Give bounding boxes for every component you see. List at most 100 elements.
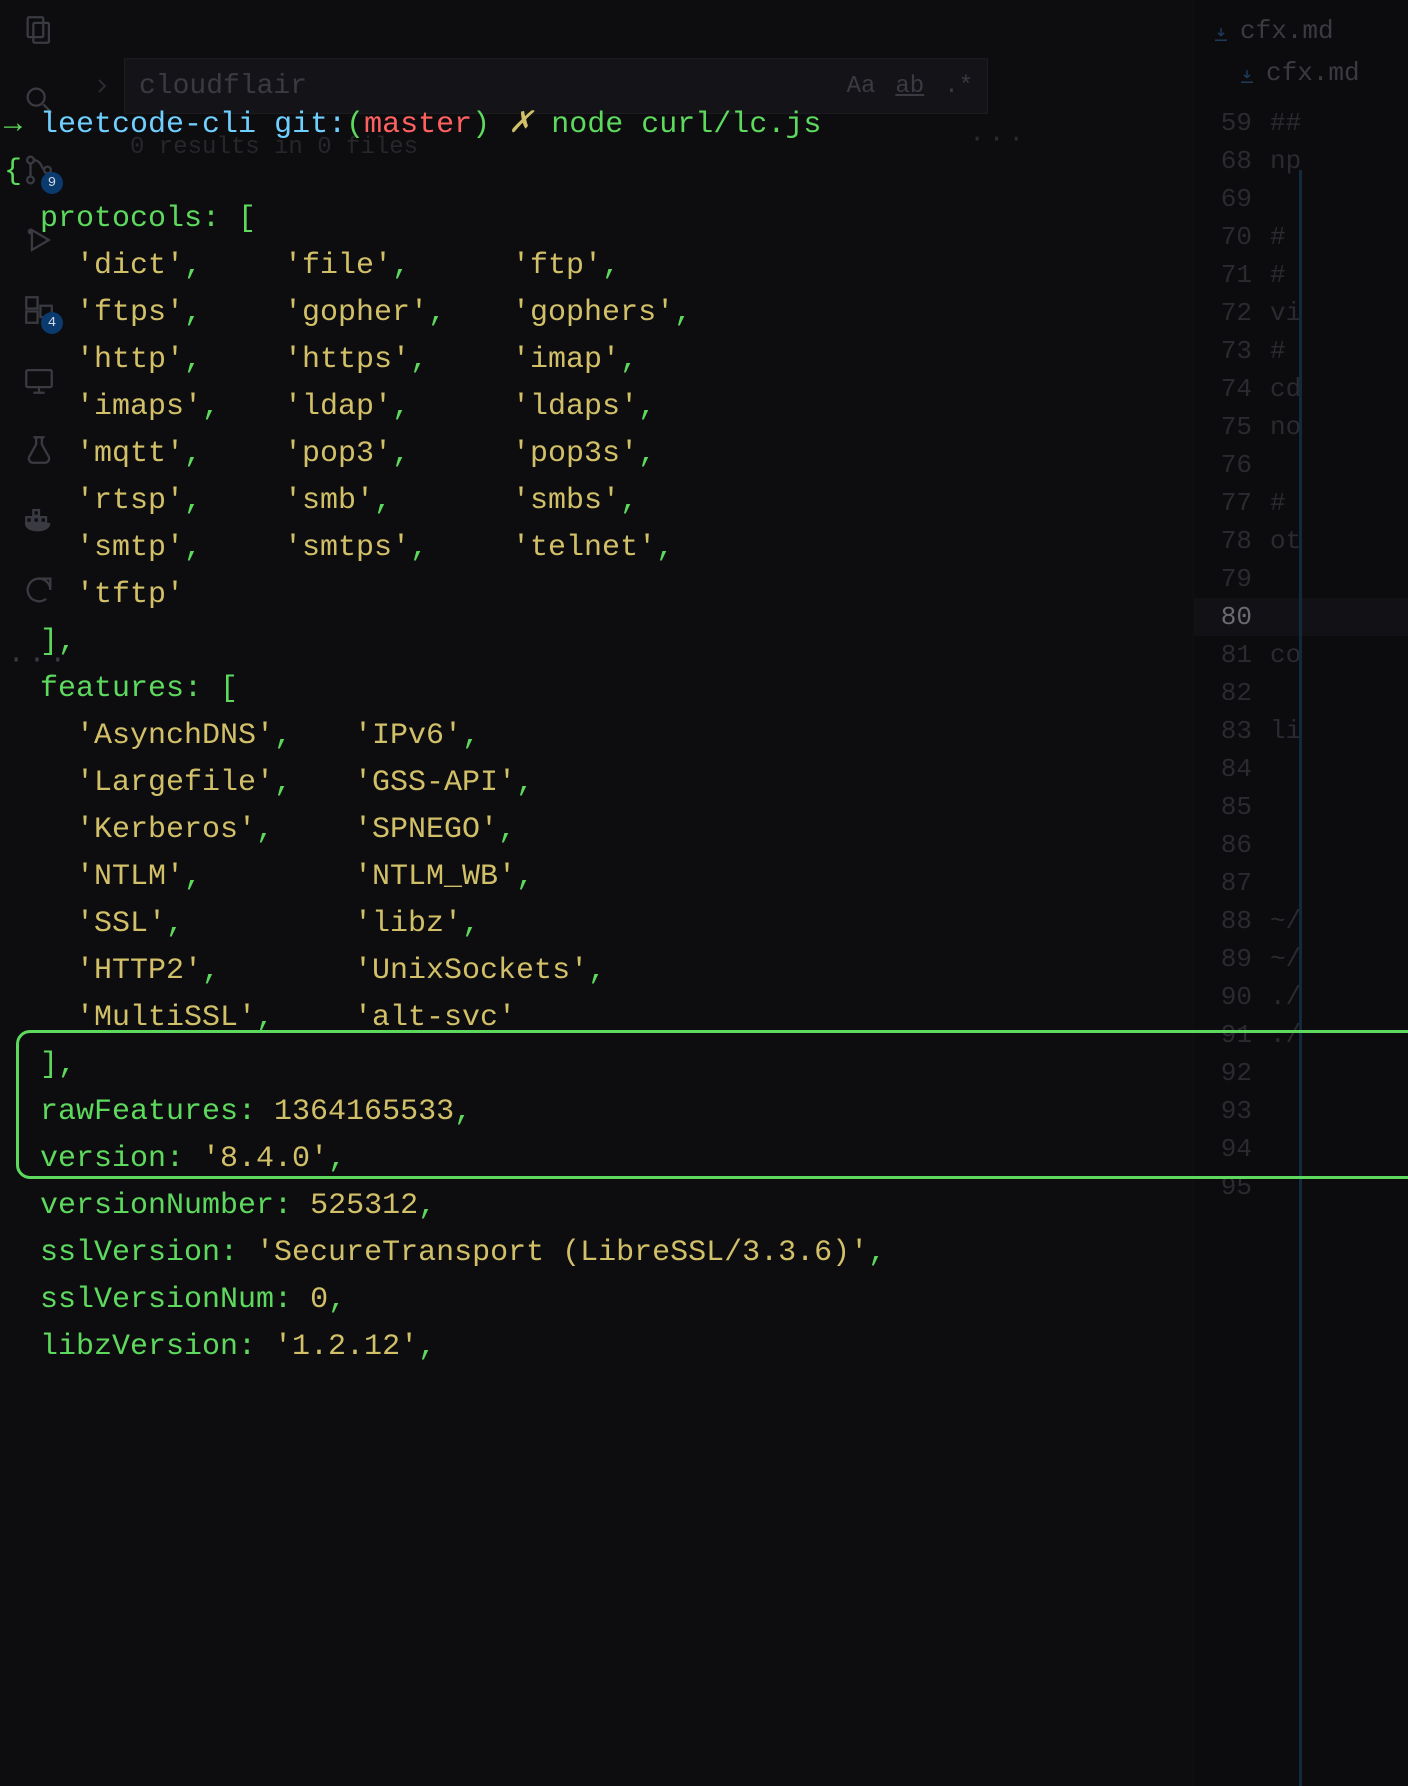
open-editor-label: cfx.md xyxy=(1266,58,1360,88)
line-number: 86 xyxy=(1208,830,1252,860)
line-number: 84 xyxy=(1208,754,1252,784)
background-search-panel: eetcod cloudflair Aa ab .* ··· 0 results… xyxy=(90,14,988,161)
line-number: 81 xyxy=(1208,640,1252,670)
protocol-value: 'gophers' xyxy=(512,296,674,330)
match-word-option[interactable]: ab xyxy=(895,73,924,100)
protocol-value: 'dict' xyxy=(76,249,184,283)
protocol-value: 'ftp' xyxy=(512,249,602,283)
line-number: 76 xyxy=(1208,450,1252,480)
line-number: 72 xyxy=(1208,298,1252,328)
gutter-bar xyxy=(1299,170,1302,1786)
protocol-value: 'pop3s' xyxy=(512,437,638,471)
line-number: 78 xyxy=(1208,526,1252,556)
line-number: 75 xyxy=(1208,412,1252,442)
feature-value: 'MultiSSL' xyxy=(76,1001,256,1035)
line-number: 83 xyxy=(1208,716,1252,746)
line-number: 68 xyxy=(1208,146,1252,176)
line-number: 69 xyxy=(1208,184,1252,214)
scm-badge: 9 xyxy=(41,172,63,194)
line-number: 79 xyxy=(1208,564,1252,594)
protocol-value: 'gopher' xyxy=(284,296,428,330)
line-text: # xyxy=(1270,336,1301,366)
feature-value: 'UnixSockets' xyxy=(354,954,588,988)
feature-value: 'HTTP2' xyxy=(76,954,202,988)
protocol-value: 'file' xyxy=(284,249,392,283)
protocol-value: 'ldap' xyxy=(284,390,392,424)
line-number: 74 xyxy=(1208,374,1252,404)
line-number: 70 xyxy=(1208,222,1252,252)
protocol-value: 'smbs' xyxy=(512,484,620,518)
protocol-value: 'imap' xyxy=(512,343,620,377)
line-number: 94 xyxy=(1208,1134,1252,1164)
line-number: 85 xyxy=(1208,792,1252,822)
line-text: # xyxy=(1270,488,1301,518)
line-text: ./ xyxy=(1270,1020,1301,1050)
protocol-value: 'ftps' xyxy=(76,296,184,330)
protocol-value: 'http' xyxy=(76,343,184,377)
download-icon xyxy=(1238,64,1256,82)
ssl-version-value: 'SecureTransport (LibreSSL/3.3.6)' xyxy=(256,1236,868,1270)
sync-icon[interactable] xyxy=(19,570,59,610)
docker-icon[interactable] xyxy=(19,500,59,540)
line-number: 91 xyxy=(1208,1020,1252,1050)
feature-value: 'GSS-API' xyxy=(354,766,516,800)
line-number: 88 xyxy=(1208,906,1252,936)
line-text: co xyxy=(1270,640,1301,670)
extensions-icon[interactable]: 4 xyxy=(19,290,59,330)
protocol-value: 'smtps' xyxy=(284,531,410,565)
feature-value: 'NTLM' xyxy=(76,860,184,894)
line-text: ot xyxy=(1270,526,1301,556)
search-more-icon[interactable]: ··· xyxy=(969,124,1028,154)
version-value: '8.4.0' xyxy=(202,1142,328,1176)
line-number: 71 xyxy=(1208,260,1252,290)
match-case-option[interactable]: Aa xyxy=(847,73,876,100)
protocol-value: 'smtp' xyxy=(76,531,184,565)
protocol-value: 'tftp' xyxy=(76,578,184,612)
open-editor-item[interactable]: cfx.md xyxy=(1194,10,1408,52)
line-number: 95 xyxy=(1208,1172,1252,1202)
line-text: ~/ xyxy=(1270,944,1301,974)
line-number: 93 xyxy=(1208,1096,1252,1126)
testing-icon[interactable] xyxy=(19,430,59,470)
extensions-badge: 4 xyxy=(41,312,63,334)
feature-value: 'IPv6' xyxy=(354,719,462,753)
line-text: no xyxy=(1270,412,1301,442)
download-icon xyxy=(1212,22,1230,40)
protocol-value: 'ldaps' xyxy=(512,390,638,424)
editor-peek-panel: cfx.md cfx.md 59##68np6970# 71# 72vi73# … xyxy=(1193,0,1408,1786)
debug-icon[interactable] xyxy=(19,220,59,260)
line-text: ./ xyxy=(1270,982,1301,1012)
feature-value: 'alt-svc' xyxy=(354,1001,516,1035)
ssl-version-num-value: 0 xyxy=(310,1283,328,1317)
line-text: # xyxy=(1270,222,1301,252)
libz-version-value: '1.2.12' xyxy=(274,1330,418,1364)
line-text: np xyxy=(1270,146,1301,176)
regex-option[interactable]: .* xyxy=(944,73,973,100)
value: 1364165533 xyxy=(274,1095,454,1129)
feature-value: 'SPNEGO' xyxy=(354,813,498,847)
explorer-icon[interactable] xyxy=(19,10,59,50)
source-control-icon[interactable]: 9 xyxy=(19,150,59,190)
protocol-value: 'telnet' xyxy=(512,531,656,565)
protocol-value: 'imaps' xyxy=(76,390,202,424)
line-text: # xyxy=(1270,260,1301,290)
protocol-value: 'pop3' xyxy=(284,437,392,471)
feature-value: 'libz' xyxy=(354,907,462,941)
line-number: 92 xyxy=(1208,1058,1252,1088)
feature-value: 'Largefile' xyxy=(76,766,274,800)
line-number: 87 xyxy=(1208,868,1252,898)
protocol-value: 'mqtt' xyxy=(76,437,184,471)
protocol-value: 'smb' xyxy=(284,484,374,518)
editor-line[interactable]: 59## xyxy=(1194,104,1408,142)
line-text: ## xyxy=(1270,108,1301,138)
more-icon[interactable]: ··· xyxy=(19,640,59,680)
chevron-right-icon[interactable] xyxy=(90,74,114,98)
line-number: 90 xyxy=(1208,982,1252,1012)
search-input[interactable]: cloudflair Aa ab .* xyxy=(124,58,988,114)
open-editor-item-sub[interactable]: cfx.md xyxy=(1194,52,1408,94)
protocol-value: 'rtsp' xyxy=(76,484,184,518)
line-number: 73 xyxy=(1208,336,1252,366)
search-icon[interactable] xyxy=(19,80,59,120)
line-number: 82 xyxy=(1208,678,1252,708)
remote-icon[interactable] xyxy=(19,360,59,400)
